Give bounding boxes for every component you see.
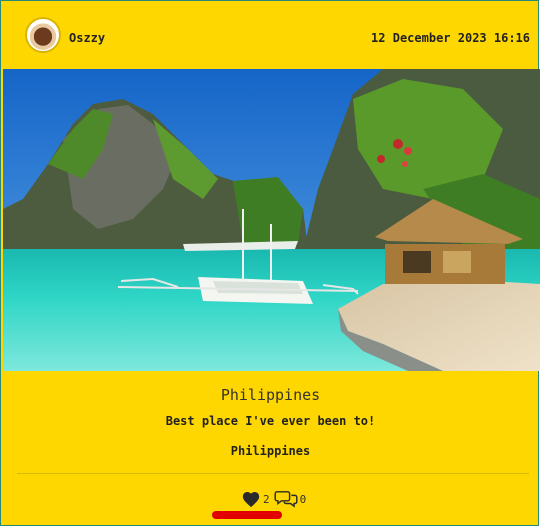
- divider: [17, 473, 529, 474]
- post-title: Philippines: [220, 386, 321, 404]
- username[interactable]: Oszzy: [69, 31, 105, 45]
- like-button[interactable]: 2: [241, 490, 274, 508]
- user-avatar[interactable]: [25, 17, 61, 53]
- like-count: 2: [263, 492, 270, 506]
- post-caption: Best place I've ever been to!: [165, 414, 376, 428]
- comment-count: 0: [299, 492, 307, 506]
- post-header: Oszzy 12 December 2023 16:16: [3, 3, 538, 69]
- post-actions: 2 0: [241, 488, 310, 510]
- post-image[interactable]: [3, 69, 540, 371]
- heart-icon: [242, 492, 260, 508]
- post-location: Philippines: [230, 444, 311, 458]
- post-card: Oszzy 12 December 2023 16:16 Philippines…: [0, 0, 540, 526]
- comment-button[interactable]: 0: [274, 490, 311, 508]
- likes-highlight-underline: [212, 511, 282, 519]
- comment-bubbles-icon: [274, 491, 298, 508]
- post-timestamp: 12 December 2023 16:16: [371, 31, 530, 45]
